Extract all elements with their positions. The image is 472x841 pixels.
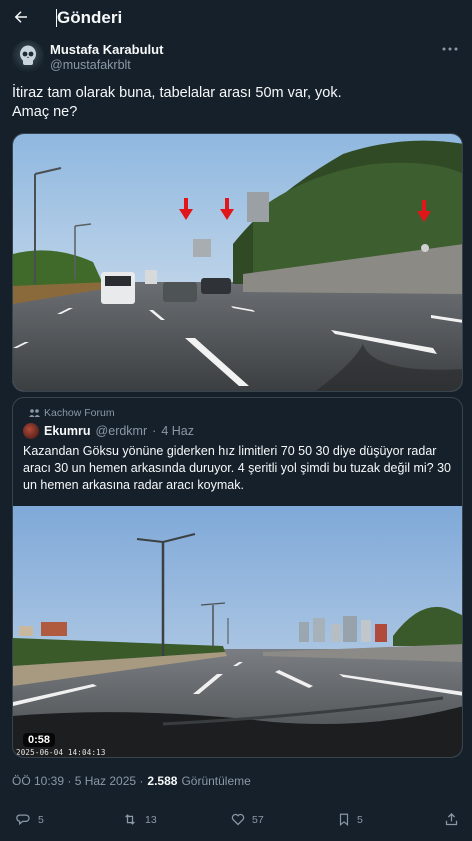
reply-count: 5: [38, 813, 44, 826]
like-count: 57: [252, 813, 264, 826]
repost-icon: [125, 814, 135, 825]
action-bar: 5 13 57 5: [0, 809, 472, 835]
community-icon: [29, 409, 40, 417]
quoted-avatar[interactable]: [23, 423, 39, 439]
post-image[interactable]: [12, 133, 463, 392]
like-icon: [231, 813, 245, 826]
more-icon: [442, 47, 458, 51]
top-bar: Gönderi: [0, 0, 472, 36]
quoted-text: Kazandan Göksu yönüne giderken hız limit…: [23, 444, 452, 492]
like-button[interactable]: 57: [230, 812, 264, 827]
post-meta: ÖÖ 10:39 · 5 Haz 2025 · 2.588 Görüntülem…: [12, 774, 251, 788]
share-button[interactable]: [444, 812, 459, 827]
page-title: Gönderi: [57, 8, 123, 27]
quoted-author-handle[interactable]: @erdkmr: [96, 424, 148, 438]
avatar[interactable]: [12, 40, 44, 72]
post-text: İtiraz tam olarak buna, tabelalar arası …: [12, 85, 342, 120]
post-timestamp[interactable]: ÖÖ 10:39 · 5 Haz 2025 ·: [12, 774, 143, 788]
dashcam-frame: [13, 506, 462, 757]
share-icon: [445, 812, 458, 826]
quoted-post[interactable]: Kachow Forum Ekumru @erdkmr · 4 Haz Kaza…: [12, 397, 463, 758]
repost-count: 13: [145, 813, 157, 826]
view-label: Görüntüleme: [181, 774, 251, 788]
quoted-author-name[interactable]: Ekumru: [44, 424, 91, 438]
community-name: Kachow Forum: [44, 407, 115, 419]
reply-button[interactable]: 5: [16, 812, 44, 827]
avatar-skull-icon: [20, 45, 36, 65]
bookmark-button[interactable]: 5: [337, 812, 363, 827]
quoted-video[interactable]: 0:58 2025-06-04 14:04:13: [13, 506, 462, 757]
post-author: Mustafa Karabulut @mustafakrblt: [12, 40, 462, 76]
bookmark-icon: [339, 813, 349, 826]
video-duration: 0:58: [23, 733, 56, 747]
reply-icon: [16, 814, 30, 826]
back-arrow-icon: [14, 11, 27, 23]
bookmark-count: 5: [357, 813, 363, 826]
back-button[interactable]: [10, 6, 32, 28]
quoted-author: Ekumru @erdkmr · 4 Haz: [23, 422, 194, 440]
road-photo: [13, 134, 462, 391]
view-count: 2.588: [147, 774, 178, 788]
quoted-time[interactable]: 4 Haz: [161, 424, 194, 438]
author-handle[interactable]: @mustafakrblt: [50, 58, 131, 72]
repost-button[interactable]: 13: [121, 812, 157, 827]
more-button[interactable]: [440, 42, 460, 56]
quoted-separator: ·: [152, 424, 157, 438]
dashcam-timestamp: 2025-06-04 14:04:13: [16, 748, 106, 757]
author-name[interactable]: Mustafa Karabulut: [50, 42, 163, 57]
community-label[interactable]: Kachow Forum: [29, 407, 115, 419]
